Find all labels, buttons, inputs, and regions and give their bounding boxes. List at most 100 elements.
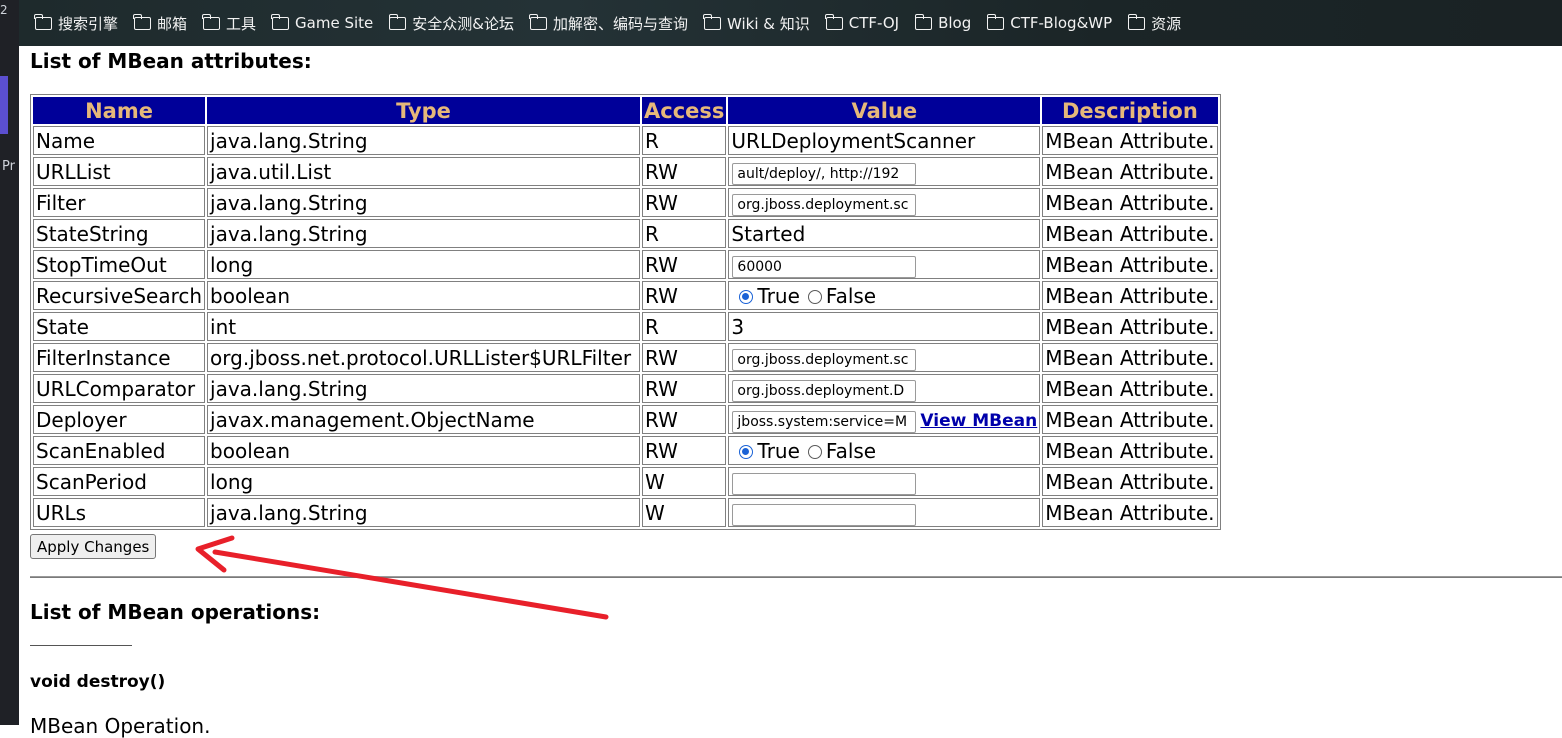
radio-true[interactable] [739, 289, 754, 304]
attr-value-cell: 3 [728, 312, 1041, 341]
attr-type-cell: boolean [207, 436, 641, 465]
attr-value-input[interactable] [732, 162, 917, 185]
bookmark-folder[interactable]: CTF-OJ [825, 13, 900, 32]
table-row: URLComparatorjava.lang.StringRW MBean Att… [33, 374, 1218, 403]
attr-value-cell: URLDeploymentScanner [728, 126, 1041, 155]
attr-description-cell: MBean Attribute. [1042, 436, 1218, 465]
bookmark-label: Blog [938, 14, 972, 32]
attr-name-cell: FilterInstance [33, 343, 206, 372]
radio-false-label: False [825, 283, 877, 308]
attr-value-cell [728, 374, 1041, 403]
attr-value-input[interactable] [732, 472, 917, 495]
attr-value-cell [728, 498, 1041, 527]
attr-name-cell: StopTimeOut [33, 250, 206, 279]
col-type-header: Type [207, 97, 641, 124]
attr-access-cell: W [642, 498, 727, 527]
attr-value-cell [728, 467, 1041, 496]
attr-description-cell: MBean Attribute. [1042, 343, 1218, 372]
table-row: State int R 3 MBean Attribute. [33, 312, 1218, 341]
attr-value-cell: Started [728, 219, 1041, 248]
attr-name-cell: RecursiveSearch [33, 281, 206, 310]
col-description-header: Description [1042, 97, 1218, 124]
bookmark-folder[interactable]: CTF-Blog&WP [986, 13, 1113, 32]
attr-description-cell: MBean Attribute. [1042, 281, 1218, 310]
bookmark-label: 加解密、编码与查询 [552, 14, 688, 33]
table-row: Name java.lang.String R URLDeploymentScanne… [33, 126, 1218, 155]
view-mbean-link[interactable]: View MBean [920, 411, 1037, 431]
bookmark-folder[interactable]: 搜索引擎 [34, 13, 119, 34]
attr-value-cell [728, 188, 1041, 217]
section-divider [30, 576, 1562, 578]
attr-description-cell: MBean Attribute. [1042, 250, 1218, 279]
operation-description: MBean Operation. [30, 714, 211, 738]
attributes-heading: List of MBean attributes: [30, 49, 312, 73]
apply-changes-button[interactable]: Apply Changes [30, 534, 157, 559]
operation-signature: void destroy() [30, 672, 166, 692]
bookmark-folder[interactable]: 邮箱 [133, 13, 188, 34]
attr-description-cell: MBean Attribute. [1042, 498, 1218, 527]
col-name-header: Name [33, 97, 206, 124]
bookmark-folder[interactable]: Game Site [271, 13, 373, 32]
attr-type-cell: long [207, 250, 641, 279]
folder-icon [388, 13, 407, 30]
attr-value-input[interactable] [732, 255, 917, 278]
attr-access-cell: RW [642, 405, 727, 434]
table-row: ScanPeriod long W MBean Attribute. [33, 467, 1218, 496]
attr-type-cell: java.lang.String [207, 126, 641, 155]
attr-value-input[interactable] [732, 348, 917, 371]
radio-true[interactable] [739, 444, 754, 459]
bookmark-label: 搜索引擎 [58, 14, 119, 33]
bookmark-label: CTF-OJ [848, 14, 900, 32]
folder-icon [703, 13, 721, 30]
tab-fragment: 2 [0, 3, 8, 17]
folder-icon [34, 13, 52, 30]
operation-divider [30, 645, 132, 646]
attr-description-cell: MBean Attribute. [1042, 405, 1218, 434]
attr-value-input[interactable] [732, 193, 917, 216]
attr-value-cell: True False [728, 281, 1041, 310]
attr-value-input[interactable] [732, 503, 917, 526]
table-row: StateString java.lang.String R Started MBean… [33, 219, 1218, 248]
attr-type-cell: java.lang.String [207, 498, 641, 527]
attr-description-cell: MBean Attribute. [1042, 467, 1218, 496]
attr-value-cell [728, 250, 1041, 279]
table-header-row: Name Type Access Value Description [33, 97, 1218, 124]
folder-icon [825, 13, 843, 30]
attr-type-cell: int [207, 312, 641, 341]
attr-value-input[interactable] [732, 379, 917, 402]
attr-type-cell: boolean [207, 281, 641, 310]
bookmark-folder[interactable]: 工具 [202, 13, 257, 34]
folder-icon [986, 13, 1005, 30]
bookmark-folder[interactable]: 资源 [1127, 13, 1181, 34]
attr-access-cell: RW [642, 250, 727, 279]
bookmarks-bar: 搜索引擎 邮箱 工具 Game Site 安全众测&论坛 加解密、编码与查询 Wiki & … [19, 0, 1562, 46]
bookmark-folder[interactable]: Blog [914, 13, 972, 32]
folder-icon [914, 13, 933, 30]
attr-value-input[interactable] [732, 410, 917, 433]
bookmark-label: CTF-Blog&WP [1010, 14, 1113, 32]
radio-false[interactable] [807, 289, 822, 304]
col-value-header: Value [728, 97, 1041, 124]
attr-access-cell: RW [642, 436, 727, 465]
attr-description-cell: MBean Attribute. [1042, 374, 1218, 403]
attr-value-cell: True False [728, 436, 1041, 465]
attr-access-cell: R [642, 219, 727, 248]
table-row: Deployerjavax.management.ObjectNameRW Vie… [33, 405, 1218, 434]
bookmark-folder[interactable]: 加解密、编码与查询 [529, 13, 688, 34]
attr-access-cell: R [642, 126, 727, 155]
attr-name-cell: Filter [33, 188, 206, 217]
bookmark-folder[interactable]: 安全众测&论坛 [388, 13, 514, 34]
attr-name-cell: URLComparator [33, 374, 206, 403]
attr-description-cell: MBean Attribute. [1042, 188, 1218, 217]
sidebar-accent[interactable] [0, 76, 8, 134]
bookmark-label: 邮箱 [157, 14, 188, 33]
bookmark-label: 工具 [226, 14, 257, 33]
attr-access-cell: RW [642, 374, 727, 403]
attr-name-cell: State [33, 312, 206, 341]
attr-type-cell: long [207, 467, 641, 496]
radio-false[interactable] [807, 444, 822, 459]
attr-name-cell: ScanEnabled [33, 436, 206, 465]
table-row: RecursiveSearch boolean RW True False MBean A… [33, 281, 1218, 310]
bookmark-folder[interactable]: Wiki & 知识 [703, 13, 810, 34]
attr-name-cell: Deployer [33, 405, 206, 434]
